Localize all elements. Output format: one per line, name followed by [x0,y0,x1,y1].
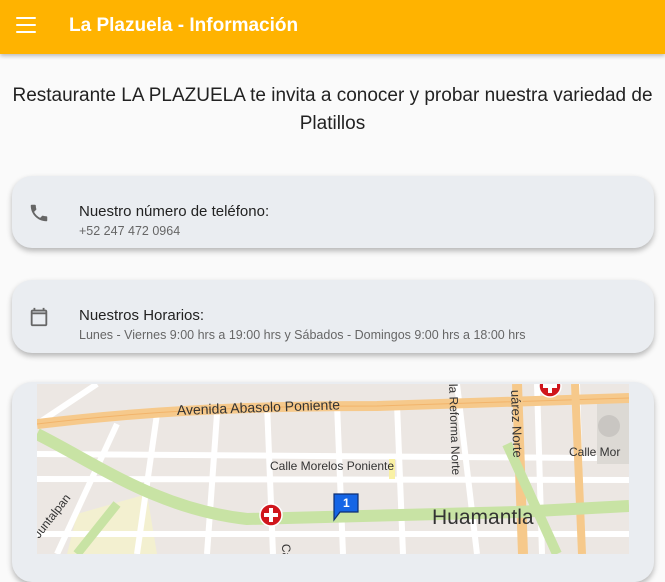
menu-icon[interactable] [16,17,36,33]
map-canvas: Avenida Abasolo Poniente Calle Morelos P… [37,384,629,554]
hours-card[interactable]: Nuestros Horarios: Lunes - Viernes 9:00 … [12,280,654,353]
page-title: La Plazuela - Información [69,15,299,36]
map-card: Avenida Abasolo Poniente Calle Morelos P… [12,382,654,582]
phone-number: +52 247 472 0964 [79,224,181,238]
calendar-icon [30,307,48,327]
hospital-icon[interactable] [259,503,283,527]
roundabout [598,415,620,437]
phone-card[interactable]: Nuestro número de teléfono: +52 247 472 … [12,176,654,248]
intro-line-1: Restaurante LA PLAZUELA te invita a cono… [12,85,653,106]
city-label: Huamantla [432,506,534,529]
phone-card-title: Nuestro número de teléfono: [79,203,270,220]
street-label-juarez: uárez Norte [508,390,525,458]
app-bar: La Plazuela - Información [0,0,665,54]
intro-line-2: Platillos [299,113,366,134]
marker-number: 1 [343,496,350,510]
phone-icon [30,204,48,222]
street-label-morelos-pte: Calle Morelos Poniente [270,459,394,473]
intro-text: Restaurante LA PLAZUELA te invita a cono… [0,82,665,138]
hours-card-title: Nuestros Horarios: [79,307,205,324]
street-label-partial: Ca [279,544,294,554]
hours-value: Lunes - Viernes 9:00 hrs a 19:00 hrs y S… [79,328,526,342]
street-label-morelos-ote: Calle Mor [569,445,620,459]
map-view[interactable]: Avenida Abasolo Poniente Calle Morelos P… [37,384,629,554]
